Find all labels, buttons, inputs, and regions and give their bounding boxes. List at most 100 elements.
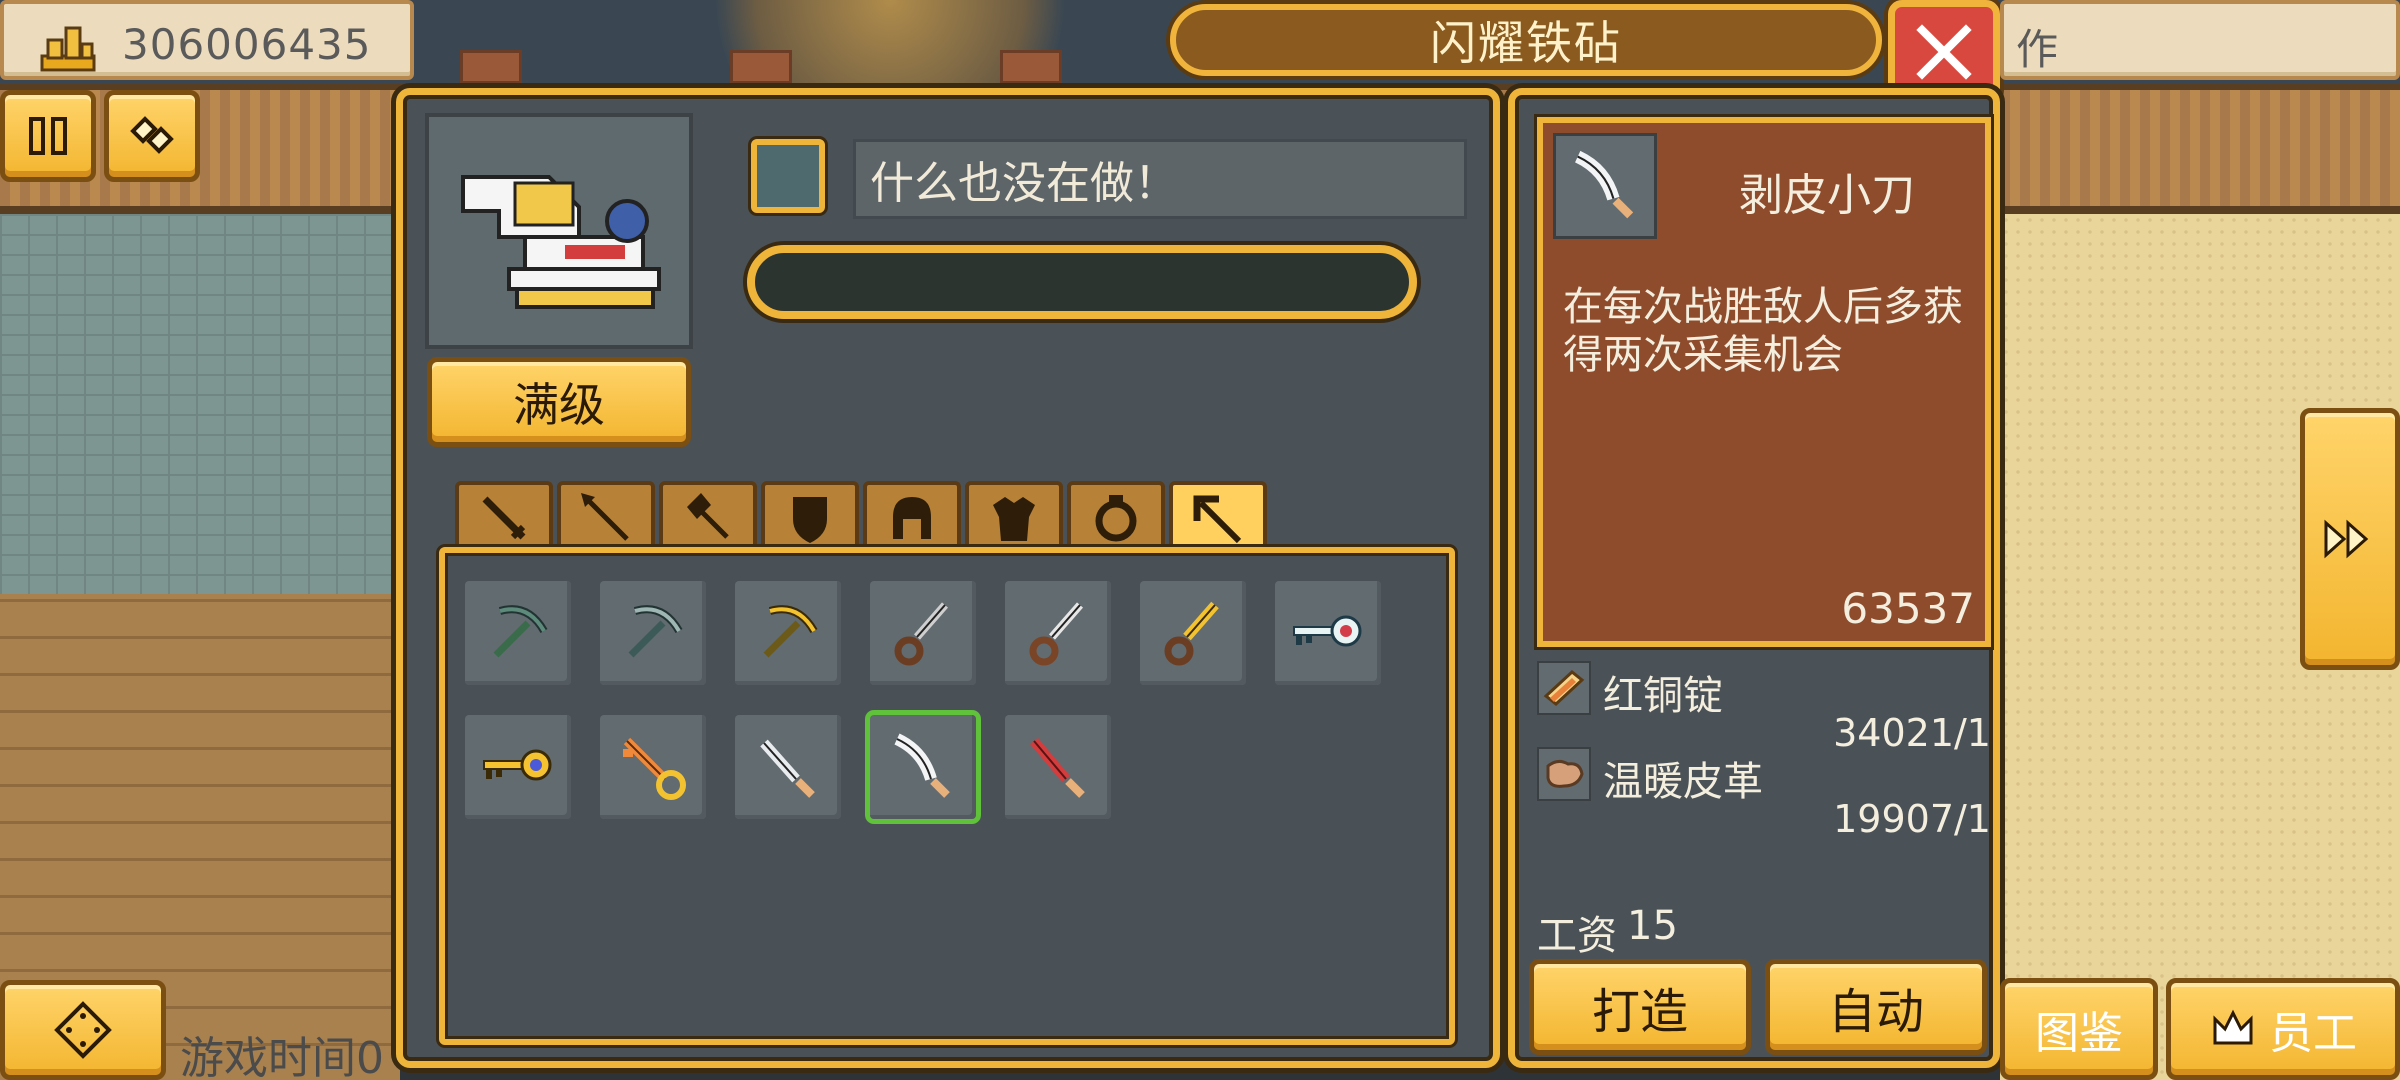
- axe-icon: [687, 493, 729, 539]
- staff-button-label: 员工: [2269, 1008, 2357, 1059]
- map-button[interactable]: [0, 980, 166, 1080]
- anvil-portrait: [425, 113, 693, 349]
- pickaxe-steel-icon: [628, 605, 683, 658]
- anvil-panel: 满级 什么也没在做！: [396, 88, 1500, 1068]
- coin-stack-icon: [40, 26, 96, 72]
- craft-button-label: 打造: [1591, 984, 1688, 1040]
- dpad-icon: [54, 1001, 112, 1059]
- shield-icon: [793, 497, 827, 543]
- background-crate: [730, 50, 792, 84]
- resources-button[interactable]: [104, 90, 200, 182]
- copper-ingot-icon: [1543, 670, 1585, 706]
- material-name: 红铜锭: [1603, 673, 1723, 719]
- inventory-slot[interactable]: [735, 715, 841, 819]
- pause-icon: [29, 117, 67, 155]
- tool-icon: [1193, 495, 1242, 544]
- tab-helmets[interactable]: [863, 481, 961, 551]
- max-level-label: 满级: [513, 378, 605, 432]
- background-stone-floor: [0, 214, 400, 594]
- tab-swords[interactable]: [455, 481, 553, 551]
- item-name: 剥皮小刀: [1739, 170, 1915, 221]
- top-right-tab-label: 作: [2016, 25, 2059, 74]
- sword-icon: [482, 496, 526, 540]
- material-icon-box: [1537, 747, 1591, 801]
- skinning-knife-icon: [1574, 150, 1634, 219]
- money-value: 306006435: [122, 20, 372, 69]
- tab-axes[interactable]: [659, 481, 757, 551]
- wage-label: 工资: [1537, 913, 1617, 959]
- auto-button-label: 自动: [1827, 984, 1924, 1040]
- knife-steel-icon: [760, 739, 815, 798]
- category-tabs: [455, 481, 1267, 555]
- auto-button[interactable]: 自动: [1765, 959, 1987, 1055]
- pause-button[interactable]: [0, 90, 96, 182]
- material-icon-box: [1537, 661, 1591, 715]
- status-text: 什么也没在做！: [870, 158, 1178, 209]
- craft-progress-bar: [747, 245, 1417, 319]
- key-copper-icon: [623, 737, 686, 800]
- inventory-grid: [465, 581, 1381, 819]
- double-chevron-right-icon: [2324, 519, 2369, 559]
- wage-value: 15: [1627, 903, 1678, 949]
- status-box: 什么也没在做！: [853, 139, 1467, 219]
- key-gold-icon: [483, 749, 552, 781]
- dagger-copper-icon: [1029, 602, 1084, 666]
- inventory-slot[interactable]: [1140, 581, 1246, 685]
- staff-button[interactable]: 员工: [2166, 978, 2400, 1080]
- item-description: 在每次战胜敌人后多获得两次采集机会: [1563, 284, 1963, 378]
- game-time-label: 游戏时间0: [180, 1033, 384, 1080]
- dialog-title-bar: 闪耀铁砧: [1170, 4, 1882, 76]
- material-row: 红铜锭 34021/1: [1537, 661, 1991, 755]
- inventory-slot[interactable]: [1275, 581, 1381, 685]
- ore-icon: [130, 116, 174, 154]
- inventory-frame: [439, 547, 1455, 1045]
- key-red-icon: [1293, 615, 1362, 647]
- inventory-slot[interactable]: [1005, 715, 1111, 819]
- tab-tools[interactable]: [1169, 481, 1267, 555]
- material-name: 温暖皮革: [1603, 759, 1763, 805]
- inventory-slot-selected[interactable]: [870, 715, 976, 819]
- item-count: 63537: [1841, 584, 1975, 633]
- background-crate: [1000, 50, 1062, 84]
- crown-icon: [2213, 1009, 2253, 1045]
- money-display: 306006435: [0, 0, 414, 80]
- dialog-title: 闪耀铁砧: [1430, 16, 1622, 70]
- anvil-icon: [461, 175, 661, 309]
- codex-button-label: 图鉴: [2035, 1008, 2123, 1059]
- tab-armor[interactable]: [965, 481, 1063, 551]
- pickaxe-gold-icon: [763, 605, 818, 658]
- material-row: 温暖皮革 19907/1: [1537, 747, 1991, 841]
- background-crate: [460, 50, 522, 84]
- dagger-gold-icon: [1164, 601, 1219, 666]
- next-page-button[interactable]: [2300, 408, 2400, 670]
- craft-button[interactable]: 打造: [1529, 959, 1751, 1055]
- inventory-slot[interactable]: [1005, 581, 1111, 685]
- inventory-slot[interactable]: [735, 581, 841, 685]
- tab-shields[interactable]: [761, 481, 859, 551]
- inventory-slot[interactable]: [465, 715, 571, 819]
- max-level-button[interactable]: 满级: [427, 357, 691, 447]
- pickaxe-green-icon: [493, 605, 548, 658]
- armor-icon: [993, 497, 1035, 541]
- inventory-slot[interactable]: [600, 581, 706, 685]
- helmet-icon: [893, 497, 931, 539]
- tab-rings[interactable]: [1067, 481, 1165, 551]
- spear-icon: [581, 493, 629, 541]
- close-icon: [1916, 24, 1972, 80]
- item-icon-box: [1553, 133, 1657, 239]
- inventory-slot[interactable]: [870, 581, 976, 685]
- ring-icon: [1095, 495, 1137, 542]
- dagger-bronze-icon: [894, 602, 949, 666]
- codex-button[interactable]: 图鉴: [2000, 978, 2158, 1080]
- tab-spears[interactable]: [557, 481, 655, 551]
- material-quantity: 19907/1: [1833, 797, 1991, 841]
- top-right-tab[interactable]: 作: [2000, 0, 2400, 80]
- knife-red-icon: [1030, 737, 1085, 798]
- skinning-knife-icon: [894, 733, 950, 798]
- status-checkbox[interactable]: [751, 139, 825, 213]
- inventory-slot[interactable]: [600, 715, 706, 819]
- inventory-slot[interactable]: [465, 581, 571, 685]
- leather-icon: [1546, 759, 1584, 788]
- item-detail-panel: 剥皮小刀 在每次战胜敌人后多获得两次采集机会 63537 红铜锭 34021/1…: [1508, 88, 2000, 1068]
- item-detail-card: 剥皮小刀 在每次战胜敌人后多获得两次采集机会 63537: [1537, 117, 1991, 647]
